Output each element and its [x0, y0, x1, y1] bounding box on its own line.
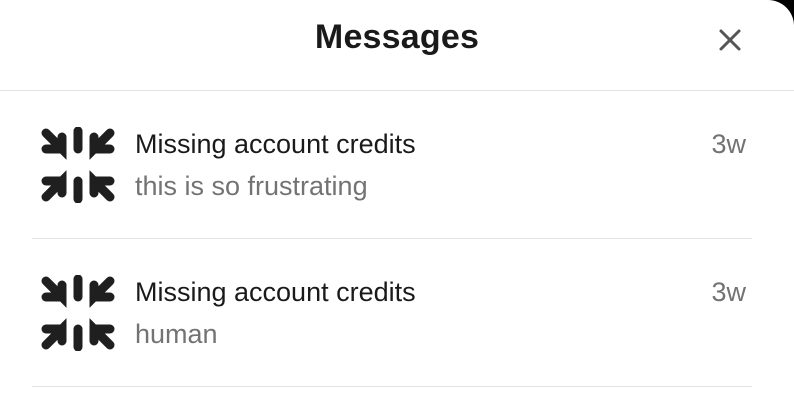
conversation-title: Missing account credits	[135, 277, 416, 307]
conversation-title: Missing account credits	[135, 129, 416, 159]
conversation-item[interactable]: Missing account credits human 3w	[32, 239, 752, 387]
conversation-time: 3w	[711, 277, 746, 307]
conversation-item[interactable]: Missing account credits this is so frust…	[32, 91, 752, 239]
messages-panel: Messages Missing account credits this is…	[0, 0, 794, 416]
page-title: Messages	[314, 18, 480, 56]
messages-header: Messages	[0, 0, 794, 91]
close-button[interactable]	[712, 22, 748, 58]
avatar	[40, 274, 116, 352]
avatar	[40, 126, 116, 204]
conversation-preview: this is so frustrating	[135, 171, 368, 201]
brand-logo-icon	[41, 274, 115, 352]
conversation-list: Missing account credits this is so frust…	[32, 91, 752, 387]
close-icon	[719, 29, 741, 51]
conversation-preview: human	[135, 319, 218, 349]
conversation-time: 3w	[711, 129, 746, 159]
brand-logo-icon	[41, 126, 115, 204]
